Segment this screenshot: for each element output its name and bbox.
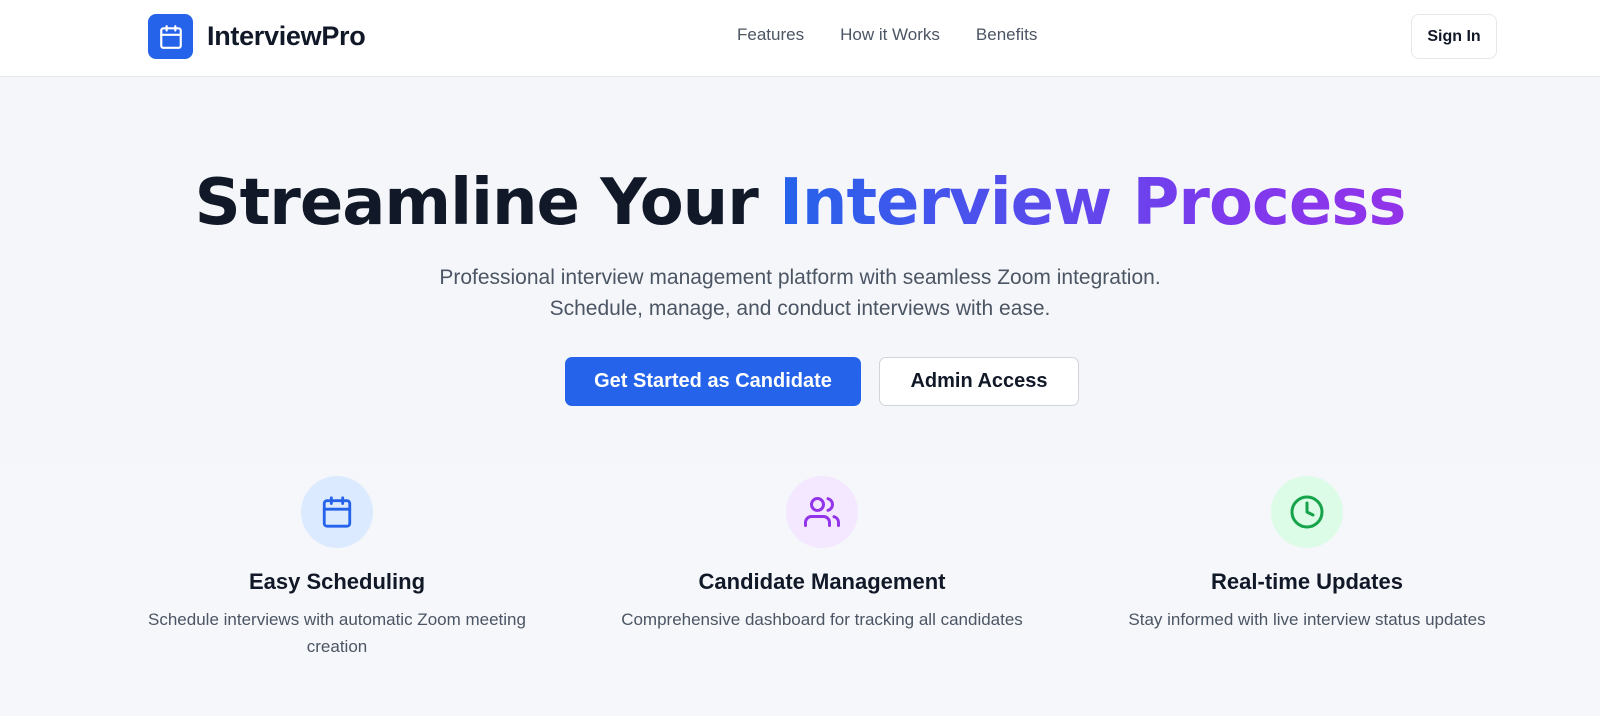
feature-title: Real-time Updates	[1211, 569, 1403, 594]
feature-title: Candidate Management	[698, 569, 946, 594]
main-nav: Features How it Works Benefits	[737, 25, 1037, 45]
top-navbar: InterviewPro Features How it Works Benef…	[0, 0, 1600, 77]
brand-name: InterviewPro	[207, 21, 366, 51]
hero-title-highlight: Interview Process	[779, 166, 1406, 240]
get-started-candidate-button[interactable]: Get Started as Candidate	[565, 357, 861, 406]
feature-title: Easy Scheduling	[248, 569, 426, 594]
feature-description: Comprehensive dashboard for tracking all…	[621, 610, 1023, 629]
nav-link-features[interactable]: Features	[737, 25, 804, 45]
hero-subtitle: Professional interview management platfo…	[0, 262, 1600, 324]
sign-in-button[interactable]: Sign In	[1411, 14, 1497, 59]
feature-description: Stay informed with live interview status…	[1128, 610, 1486, 629]
clock-icon	[1271, 476, 1343, 548]
feature-card-realtime-updates: Real-time Updates Stay informed with liv…	[1097, 476, 1517, 633]
calendar-icon	[148, 14, 193, 59]
feature-card-scheduling: Easy Scheduling Schedule interviews with…	[127, 476, 547, 660]
feature-description: Schedule interviews with automatic Zoom …	[148, 610, 526, 656]
cta-row: Get Started as Candidate Admin Access	[565, 357, 1079, 406]
brand-logo[interactable]: InterviewPro	[148, 14, 366, 59]
hero-title-plain: Streamline Your	[194, 166, 759, 240]
hero-subtitle-line-2: Schedule, manage, and conduct interviews…	[549, 297, 1051, 320]
admin-access-button[interactable]: Admin Access	[879, 357, 1079, 406]
hero-subtitle-line-1: Professional interview management platfo…	[439, 266, 1161, 289]
users-icon	[786, 476, 858, 548]
hero-title: Streamline Your Interview Process	[0, 163, 1600, 243]
calendar-icon	[301, 476, 373, 548]
nav-link-benefits[interactable]: Benefits	[976, 25, 1037, 45]
nav-link-how-it-works[interactable]: How it Works	[840, 25, 940, 45]
feature-card-candidate-management: Candidate Management Comprehensive dashb…	[612, 476, 1032, 633]
